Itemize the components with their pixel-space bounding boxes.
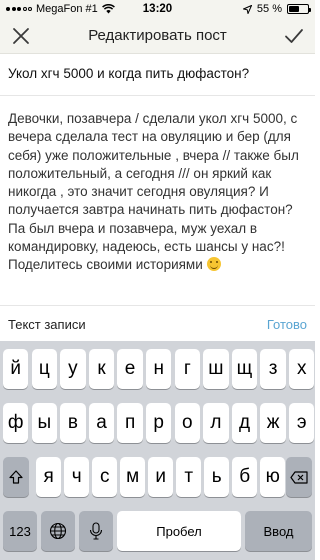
checkmark-icon[interactable] bbox=[283, 25, 305, 47]
key-щ[interactable]: щ bbox=[231, 349, 258, 389]
key-х[interactable]: х bbox=[289, 349, 315, 389]
location-arrow-icon bbox=[242, 4, 252, 14]
key-е[interactable]: е bbox=[117, 349, 143, 389]
post-body-text: Девочки, позавчера / сделали укол хгч 50… bbox=[8, 111, 299, 273]
input-accessory-bar: Текст записи Готово bbox=[0, 305, 315, 341]
backspace-key[interactable] bbox=[286, 457, 312, 497]
post-title-field[interactable]: Укол хгч 5000 и когда пить дюфастон? bbox=[0, 54, 315, 96]
key-б[interactable]: б bbox=[232, 457, 258, 497]
key-о[interactable]: о bbox=[174, 403, 200, 443]
status-bar: MegaFon #1 13:20 55 % bbox=[0, 0, 315, 18]
keyboard-row-1: йцукенгшщзх bbox=[0, 349, 315, 389]
dictation-key[interactable] bbox=[79, 511, 113, 551]
key-ц[interactable]: ц bbox=[31, 349, 57, 389]
globe-key[interactable] bbox=[41, 511, 75, 551]
key-в[interactable]: в bbox=[60, 403, 86, 443]
key-и[interactable]: и bbox=[148, 457, 174, 497]
post-body-field[interactable]: Девочки, позавчера / сделали укол хгч 50… bbox=[8, 110, 308, 275]
key-ю[interactable]: ю bbox=[260, 457, 286, 497]
key-ж[interactable]: ж bbox=[260, 403, 286, 443]
status-right: 55 % bbox=[242, 3, 311, 15]
key-н[interactable]: н bbox=[146, 349, 172, 389]
key-й[interactable]: й bbox=[3, 349, 29, 389]
key-ь[interactable]: ь bbox=[204, 457, 230, 497]
key-м[interactable]: м bbox=[120, 457, 146, 497]
done-button[interactable]: Готово bbox=[267, 317, 307, 332]
key-к[interactable]: к bbox=[88, 349, 115, 389]
keyboard-row-3: ячсмитьбю bbox=[0, 457, 315, 497]
shift-icon bbox=[9, 470, 23, 484]
key-ф[interactable]: ф bbox=[3, 403, 29, 443]
key-л[interactable]: л bbox=[203, 403, 229, 443]
key-т[interactable]: т bbox=[176, 457, 202, 497]
key-у[interactable]: у bbox=[60, 349, 86, 389]
key-с[interactable]: с bbox=[92, 457, 118, 497]
numbers-key[interactable]: 123 bbox=[3, 511, 37, 551]
key-ч[interactable]: ч bbox=[64, 457, 90, 497]
key-з[interactable]: з bbox=[260, 349, 286, 389]
key-ш[interactable]: ш bbox=[203, 349, 229, 389]
return-key[interactable]: Ввод bbox=[245, 511, 312, 551]
key-д[interactable]: д bbox=[231, 403, 258, 443]
key-я[interactable]: я bbox=[36, 457, 62, 497]
smiling-face-emoji-icon bbox=[206, 257, 221, 272]
key-а[interactable]: а bbox=[88, 403, 115, 443]
backspace-icon bbox=[290, 470, 308, 484]
key-р[interactable]: р bbox=[146, 403, 172, 443]
key-э[interactable]: э bbox=[289, 403, 315, 443]
keyboard-row-4: 123 Пробел Ввод bbox=[0, 511, 315, 551]
key-г[interactable]: г bbox=[174, 349, 200, 389]
space-key[interactable]: Пробел bbox=[117, 511, 241, 551]
page-title: Редактировать пост bbox=[88, 27, 227, 44]
globe-icon bbox=[49, 522, 67, 540]
battery-percent: 55 % bbox=[256, 3, 282, 15]
key-ы[interactable]: ы bbox=[31, 403, 57, 443]
shift-key[interactable] bbox=[3, 457, 29, 497]
microphone-icon bbox=[89, 522, 103, 540]
battery-icon bbox=[287, 4, 311, 14]
keyboard-row-2: фывапролджэ bbox=[0, 403, 315, 443]
field-label: Текст записи bbox=[8, 317, 86, 332]
nav-bar: Редактировать пост bbox=[0, 18, 315, 54]
key-п[interactable]: п bbox=[117, 403, 143, 443]
keyboard: йцукенгшщзх фывапролджэ ячсмитьбю 123 Пр… bbox=[0, 341, 315, 560]
